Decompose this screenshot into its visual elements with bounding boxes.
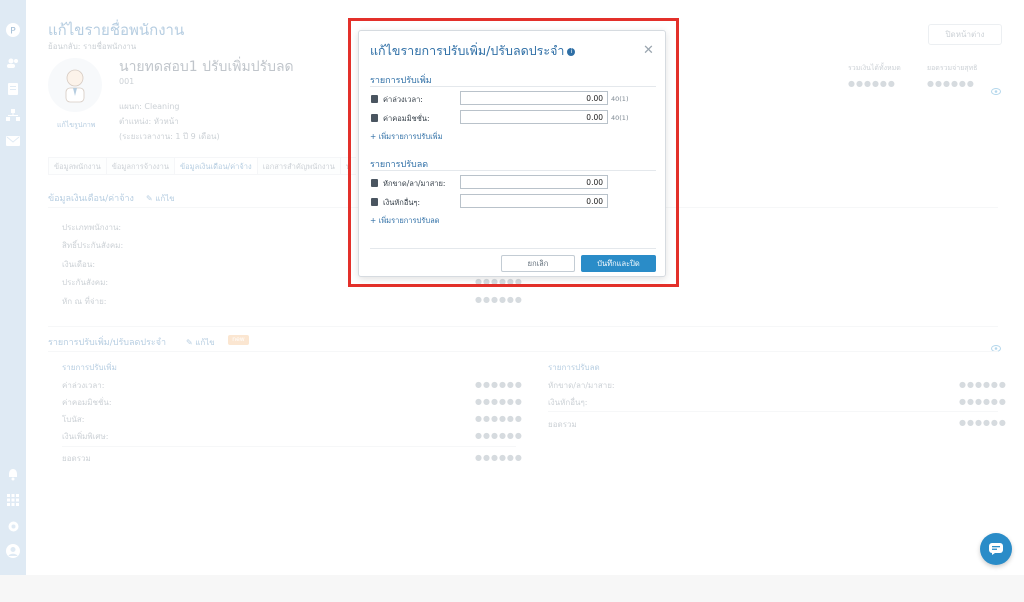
chat-button[interactable] <box>980 533 1012 565</box>
decrease-heading: รายการปรับลด <box>548 363 600 372</box>
avatar-caption[interactable]: แก้ไขรูปภาพ <box>57 120 95 131</box>
save-and-close-button[interactable]: บันทึกและปิด <box>581 255 656 272</box>
tenure: (ระยะเวลางาน: 1 ปี 9 เดือน) <box>119 132 220 141</box>
increase-heading: รายการปรับเพิ่ม <box>62 363 117 372</box>
decrease-total-value: ●●●●●● <box>959 418 1007 427</box>
increase-bonus-value: ●●●●●● <box>475 414 523 423</box>
add-increase-link[interactable]: + เพิ่มรายการปรับเพิ่ม <box>370 131 443 143</box>
sidebar: P <box>0 0 26 575</box>
increase-row-label: ค่าคอมมิชชั่น: <box>383 114 430 123</box>
employee-tabs: ข้อมูลพนักงาน ข้อมูลการจ้างงาน ข้อมูลเงิ… <box>48 157 356 175</box>
modal-title-text: แก้ไขรายการปรับเพิ่ม/ปรับลดประจำ <box>370 43 565 58</box>
tax-type-note: 40(1) <box>611 114 629 122</box>
page-title: แก้ไขรายชื่อพนักงาน <box>48 21 185 39</box>
new-badge: new <box>228 335 249 345</box>
department: แผนก: Cleaning <box>119 102 180 111</box>
commission-input[interactable] <box>460 110 608 124</box>
increase-commission-value: ●●●●●● <box>475 397 523 406</box>
add-decrease-link[interactable]: + เพิ่มรายการปรับลด <box>370 215 440 227</box>
decrease-field-absence: หักขาด/ลา/มาสาย: <box>548 381 615 390</box>
divider <box>48 326 998 327</box>
salary-section-title: ข้อมูลเงินเดือน/ค่าจ้าง <box>48 194 134 204</box>
adjust-section-title: รายการปรับเพิ่ม/ปรับลดประจำ <box>48 338 167 348</box>
salary-edit-label: แก้ไข <box>155 194 175 203</box>
close-icon[interactable]: ✕ <box>643 43 654 58</box>
logo-icon[interactable]: P <box>5 22 21 38</box>
bottom-strip <box>0 575 1024 602</box>
increase-total-value: ●●●●●● <box>475 453 523 462</box>
calculator-icon <box>371 179 378 187</box>
apps-grid-icon[interactable] <box>5 492 21 508</box>
decrease-absence-value: ●●●●●● <box>959 380 1007 389</box>
summary-net-label: ยอดรวมจ่ายสุทธิ <box>927 64 978 72</box>
divider <box>548 411 998 412</box>
calculator-icon <box>371 95 378 103</box>
calculator-icon <box>371 114 378 122</box>
tab-employee-info[interactable]: ข้อมูลพนักงาน <box>48 157 106 175</box>
decrease-section-title: รายการปรับลด <box>370 160 429 170</box>
gear-icon[interactable] <box>5 518 21 534</box>
info-icon[interactable]: i <box>567 47 576 56</box>
salary-field-sso: ประกันสังคม: <box>62 278 109 287</box>
summary-income-label: รวมเงินได้ทั้งหมด <box>848 64 901 72</box>
cancel-button[interactable]: ยกเลิก <box>501 255 575 272</box>
divider <box>62 446 516 447</box>
increase-total-label: ยอดรวม <box>62 454 91 463</box>
section-divider <box>370 86 656 87</box>
decrease-other-value: ●●●●●● <box>959 397 1007 406</box>
salary-field-salary: เงินเดือน: <box>62 260 96 269</box>
decrease-row-label: เงินหักอื่นๆ: <box>383 198 421 207</box>
section-divider <box>370 170 656 171</box>
tab-salary[interactable]: ข้อมูลเงินเดือน/ค่าจ้าง <box>174 157 257 175</box>
employee-name: นายทดสอบ1 ปรับเพิ่มปรับลด <box>119 59 294 75</box>
calculator-icon <box>371 198 378 206</box>
increase-section-title: รายการปรับเพิ่ม <box>370 76 432 86</box>
adjustment-modal: แก้ไขรายการปรับเพิ่ม/ปรับลดประจำ i ✕ รายก… <box>358 30 666 277</box>
salary-wht-value: ●●●●●● <box>475 295 523 304</box>
increase-field-extra: เงินเพิ่มพิเศษ: <box>62 432 109 441</box>
decrease-field-other: เงินหักอื่นๆ: <box>548 398 588 407</box>
footer-divider <box>370 248 656 249</box>
tax-type-note: 40(1) <box>611 95 629 103</box>
adjust-edit-label: แก้ไข <box>195 338 215 347</box>
org-chart-icon[interactable] <box>5 107 21 123</box>
salary-field-wht: หัก ณ ที่จ่าย: <box>62 297 107 306</box>
modal-title: แก้ไขรายการปรับเพิ่ม/ปรับลดประจำ i <box>370 41 576 61</box>
salary-field-sso-right: สิทธิ์ประกันสังคม: <box>62 241 124 250</box>
tab-documents[interactable]: เอกสารสำคัญพนักงาน <box>256 157 340 175</box>
profile-icon[interactable] <box>5 543 21 559</box>
absence-deduction-input[interactable] <box>460 175 608 189</box>
position: ตำแหน่ง: หัวหน้า <box>119 117 179 126</box>
increase-field-ot: ค่าล่วงเวลา: <box>62 381 105 390</box>
other-deduction-input[interactable] <box>460 194 608 208</box>
svg-text:P: P <box>10 27 16 37</box>
users-icon[interactable] <box>5 55 21 71</box>
increase-field-bonus: โบนัส: <box>62 415 85 424</box>
decrease-total-label: ยอดรวม <box>548 420 577 429</box>
summary-income-value: ●●●●●● <box>848 79 896 88</box>
salary-field-type: ประเภทพนักงาน: <box>62 223 122 232</box>
eye-icon[interactable] <box>991 80 1001 99</box>
bell-icon[interactable] <box>5 466 21 482</box>
increase-extra-value: ●●●●●● <box>475 431 523 440</box>
close-page-button[interactable]: ปิดหน้าต่าง <box>928 24 1002 45</box>
divider <box>48 351 998 352</box>
increase-ot-value: ●●●●●● <box>475 380 523 389</box>
adjust-edit-link[interactable]: ✎ แก้ไข <box>186 336 215 349</box>
employee-code: 001 <box>119 77 135 86</box>
back-link[interactable]: ย้อนกลับ: รายชื่อพนักงาน <box>48 40 136 53</box>
document-icon[interactable] <box>5 81 21 97</box>
salary-edit-link[interactable]: ✎ แก้ไข <box>146 192 175 205</box>
adjust-eye-icon[interactable] <box>991 337 1001 356</box>
chat-icon <box>989 543 1003 555</box>
avatar[interactable] <box>48 58 102 112</box>
inbox-icon[interactable] <box>5 133 21 149</box>
increase-row-label: ค่าล่วงเวลา: <box>383 95 423 104</box>
decrease-row-label: หักขาด/ลา/มาสาย: <box>383 179 446 188</box>
tab-employment[interactable]: ข้อมูลการจ้างงาน <box>105 157 175 175</box>
summary-net-value: ●●●●●● <box>927 79 975 88</box>
overtime-input[interactable] <box>460 91 608 105</box>
increase-field-commission: ค่าคอมมิชชั่น: <box>62 398 112 407</box>
